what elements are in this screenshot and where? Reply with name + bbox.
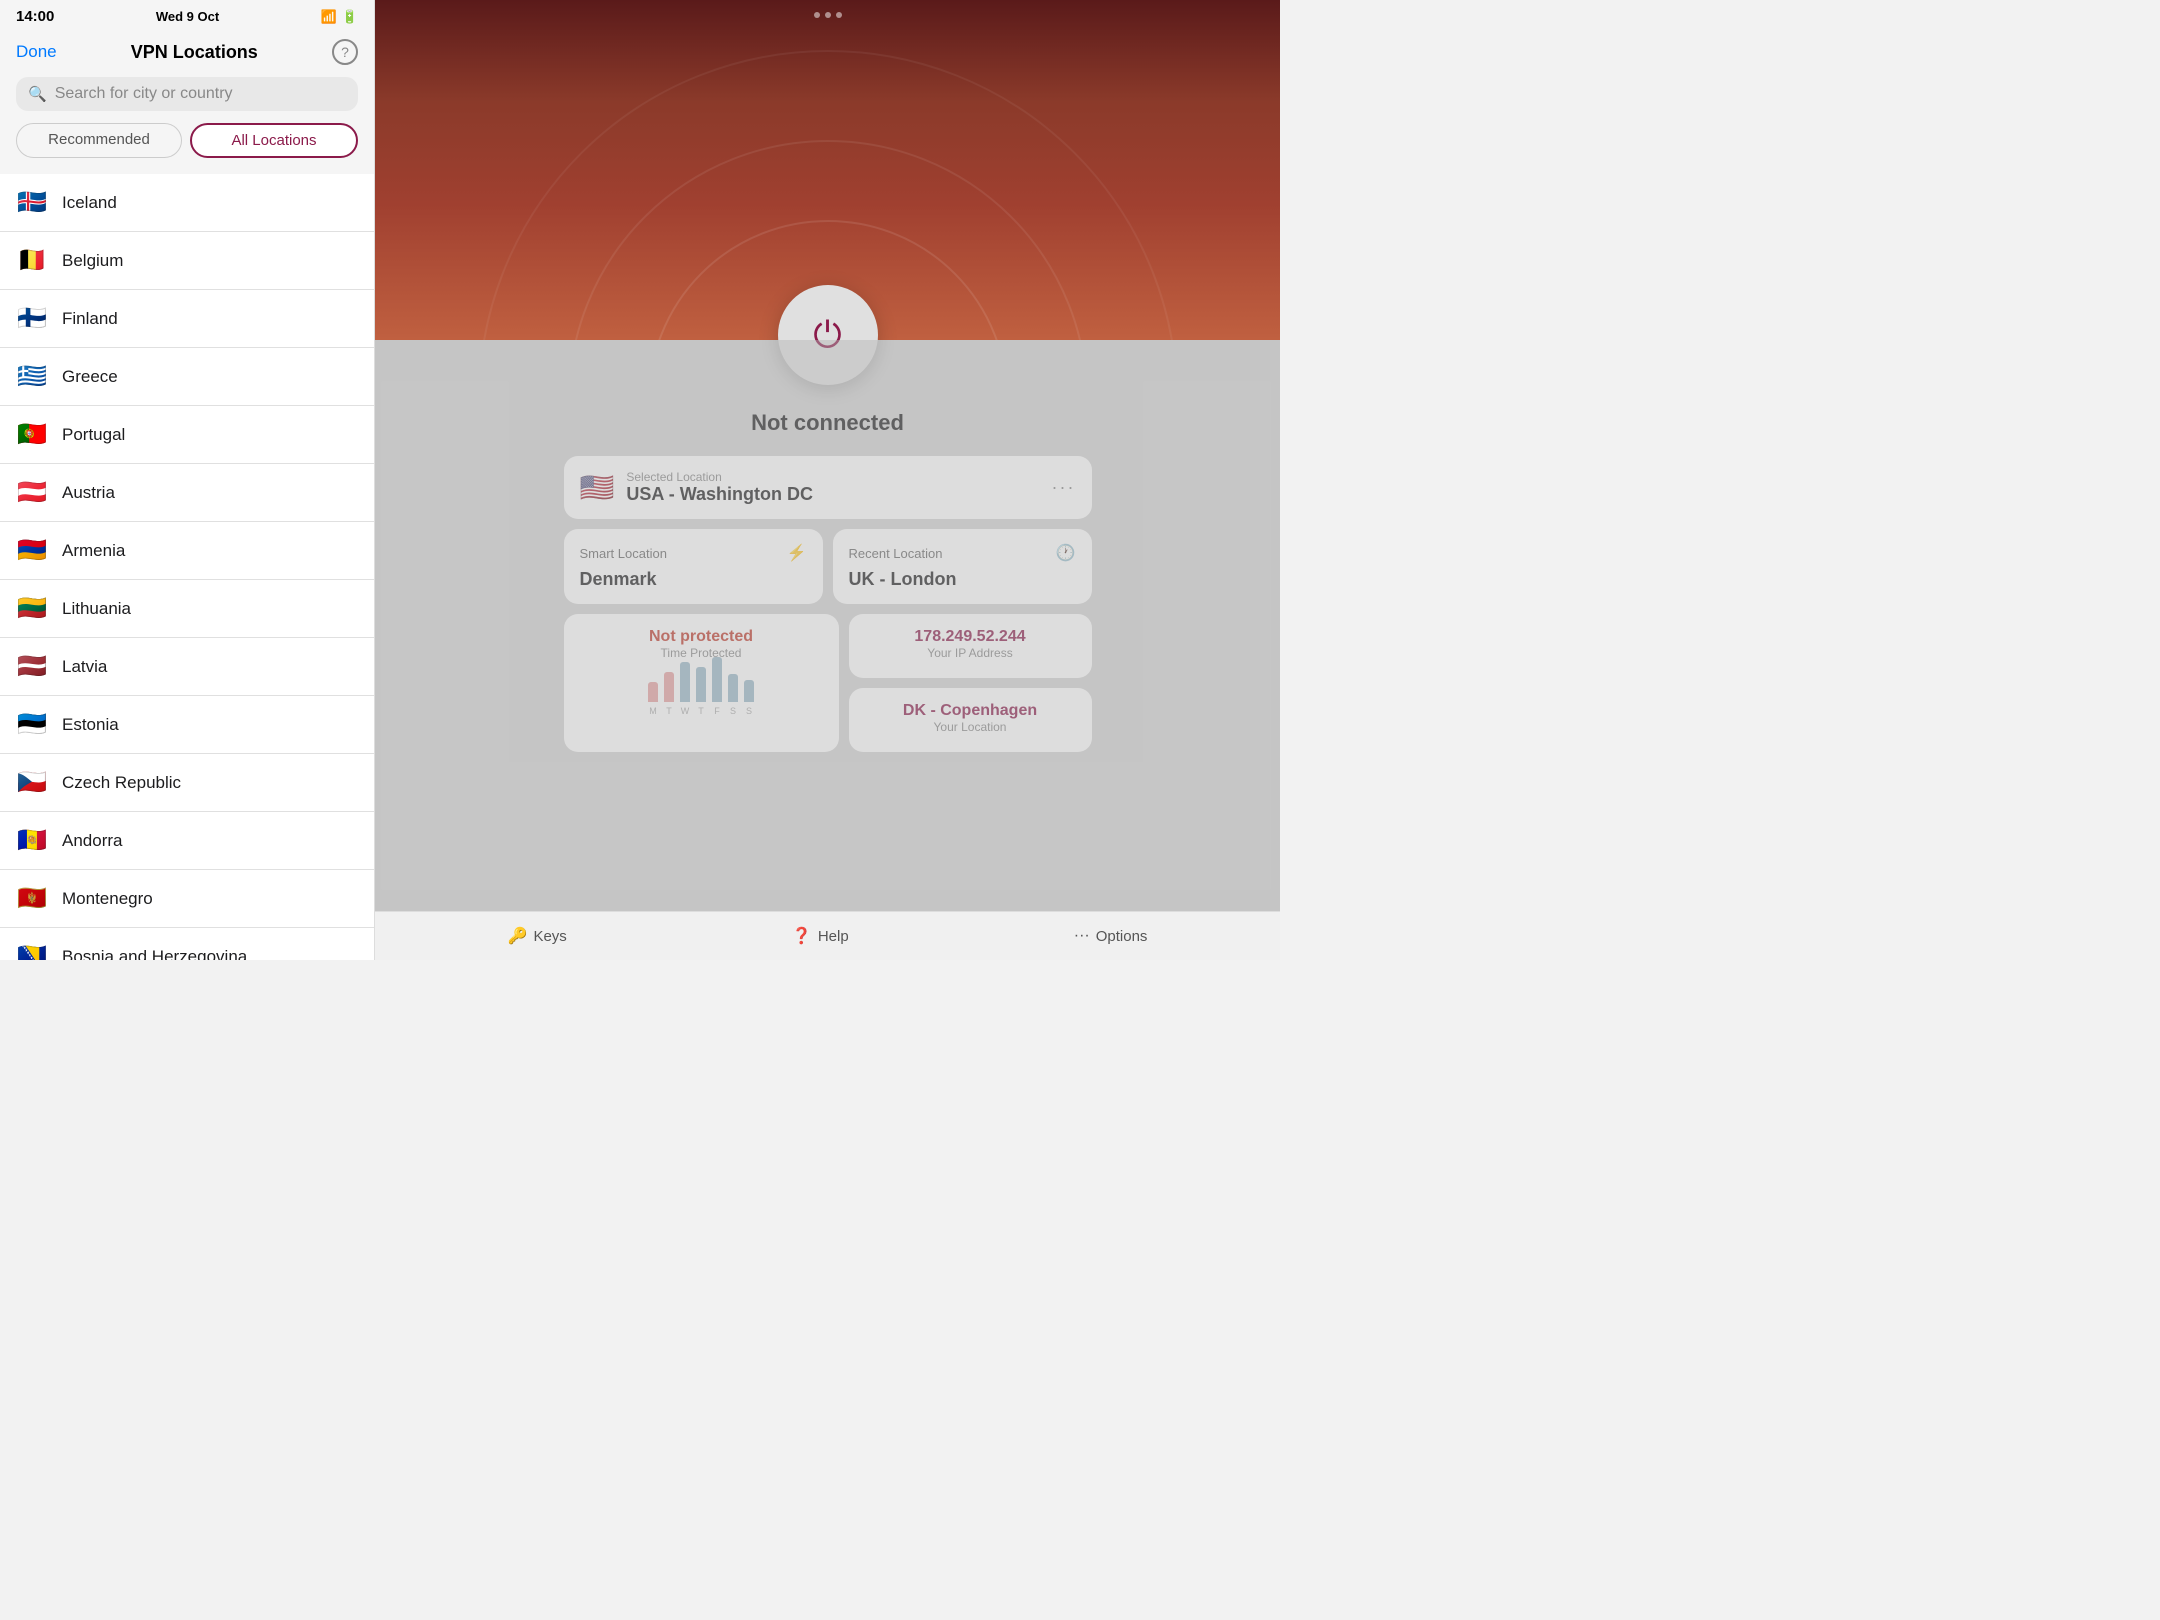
country-name: Portugal xyxy=(62,425,125,445)
list-item[interactable]: 🇲🇪 Montenegro xyxy=(0,870,374,928)
country-flag: 🇫🇮 xyxy=(16,304,48,333)
help-button[interactable]: ? xyxy=(332,39,358,65)
status-bar: 14:00 Wed 9 Oct 📶 🔋 xyxy=(0,0,374,29)
options-icon: ··· xyxy=(1074,927,1090,945)
list-item[interactable]: 🇧🇪 Belgium xyxy=(0,232,374,290)
list-item[interactable]: 🇨🇿 Czech Republic xyxy=(0,754,374,812)
overlay xyxy=(375,340,1280,911)
tab-recommended[interactable]: Recommended xyxy=(16,123,182,158)
options-nav-item[interactable]: ··· Options xyxy=(1074,926,1148,946)
country-name: Armenia xyxy=(62,541,125,561)
country-name: Montenegro xyxy=(62,889,153,909)
country-name: Finland xyxy=(62,309,118,329)
search-bar[interactable]: 🔍 Search for city or country xyxy=(16,77,358,111)
country-flag: 🇦🇲 xyxy=(16,536,48,565)
help-nav-icon: ❓ xyxy=(792,926,812,946)
list-item[interactable]: 🇱🇻 Latvia xyxy=(0,638,374,696)
right-panel: ⏻ Not connected 🇺🇸 Selected Location USA… xyxy=(375,0,1280,960)
country-name: Andorra xyxy=(62,831,122,851)
top-dots xyxy=(814,12,842,18)
country-flag: 🇧🇦 xyxy=(16,942,48,960)
search-icon: 🔍 xyxy=(28,85,47,103)
nav-title: VPN Locations xyxy=(131,42,258,63)
list-item[interactable]: 🇵🇹 Portugal xyxy=(0,406,374,464)
help-nav-label: Help xyxy=(818,928,849,945)
filter-tabs: Recommended All Locations xyxy=(0,123,374,174)
country-name: Greece xyxy=(62,367,118,387)
list-item[interactable]: 🇪🇪 Estonia xyxy=(0,696,374,754)
country-flag: 🇲🇪 xyxy=(16,884,48,913)
list-item[interactable]: 🇮🇸 Iceland xyxy=(0,174,374,232)
country-flag: 🇧🇪 xyxy=(16,246,48,275)
list-item[interactable]: 🇦🇲 Armenia xyxy=(0,522,374,580)
country-name: Austria xyxy=(62,483,115,503)
country-name: Belgium xyxy=(62,251,123,271)
keys-nav-item[interactable]: 🔑 Keys xyxy=(508,926,567,946)
country-flag: 🇦🇹 xyxy=(16,478,48,507)
country-name: Iceland xyxy=(62,193,117,213)
battery-icon: 🔋 xyxy=(342,9,358,25)
wifi-icon: 📶 xyxy=(321,9,337,25)
vpn-info-panel: ⏻ Not connected 🇺🇸 Selected Location USA… xyxy=(375,340,1280,911)
list-item[interactable]: 🇬🇷 Greece xyxy=(0,348,374,406)
country-name: Latvia xyxy=(62,657,107,677)
list-item[interactable]: 🇦🇩 Andorra xyxy=(0,812,374,870)
dot-2 xyxy=(825,12,831,18)
status-icons: 📶 🔋 xyxy=(321,9,358,25)
left-panel: 14:00 Wed 9 Oct 📶 🔋 Done VPN Locations ?… xyxy=(0,0,375,960)
country-name: Bosnia and Herzegovina xyxy=(62,947,247,961)
country-name: Lithuania xyxy=(62,599,131,619)
list-item[interactable]: 🇦🇹 Austria xyxy=(0,464,374,522)
help-nav-item[interactable]: ❓ Help xyxy=(792,926,849,946)
nav-bar: Done VPN Locations ? xyxy=(0,29,374,77)
dot-3 xyxy=(836,12,842,18)
status-time: 14:00 xyxy=(16,8,54,25)
bottom-nav: 🔑 Keys ❓ Help ··· Options xyxy=(375,911,1280,960)
search-placeholder: Search for city or country xyxy=(55,85,233,103)
list-item[interactable]: 🇧🇦 Bosnia and Herzegovina xyxy=(0,928,374,960)
country-flag: 🇪🇪 xyxy=(16,710,48,739)
country-flag: 🇱🇻 xyxy=(16,652,48,681)
options-label: Options xyxy=(1096,928,1148,945)
status-date: Wed 9 Oct xyxy=(156,9,219,24)
done-button[interactable]: Done xyxy=(16,42,57,62)
country-flag: 🇮🇸 xyxy=(16,188,48,217)
tab-all-locations[interactable]: All Locations xyxy=(190,123,358,158)
country-name: Czech Republic xyxy=(62,773,181,793)
country-flag: 🇨🇿 xyxy=(16,768,48,797)
country-name: Estonia xyxy=(62,715,119,735)
country-flag: 🇱🇹 xyxy=(16,594,48,623)
country-flag: 🇬🇷 xyxy=(16,362,48,391)
keys-icon: 🔑 xyxy=(508,926,528,946)
list-item[interactable]: 🇱🇹 Lithuania xyxy=(0,580,374,638)
list-item[interactable]: 🇫🇮 Finland xyxy=(0,290,374,348)
dot-1 xyxy=(814,12,820,18)
keys-label: Keys xyxy=(533,928,566,945)
country-list: 🇮🇸 Iceland 🇧🇪 Belgium 🇫🇮 Finland 🇬🇷 Gree… xyxy=(0,174,374,960)
country-flag: 🇦🇩 xyxy=(16,826,48,855)
help-icon: ? xyxy=(341,44,349,60)
country-flag: 🇵🇹 xyxy=(16,420,48,449)
search-container: 🔍 Search for city or country xyxy=(0,77,374,123)
